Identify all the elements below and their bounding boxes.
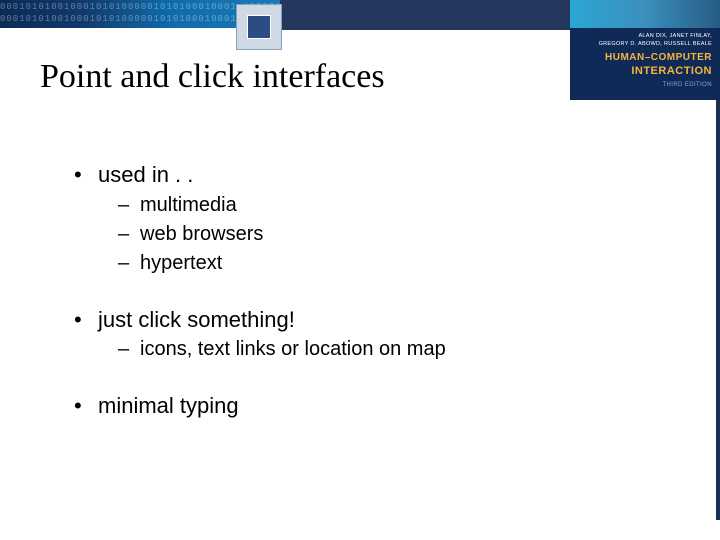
bullet-item: just click something! — [70, 305, 660, 335]
bullet-text: just click something! — [98, 307, 295, 332]
sub-bullet-text: web browsers — [140, 223, 263, 245]
bullet-text: used in . . — [98, 162, 193, 187]
slide: 0001010100100010101000001010100010001 10… — [0, 0, 720, 540]
sub-bullet-item: hypertext — [70, 250, 660, 277]
book-authors: ALAN DIX, JANET FINLAY, GREGORY D. ABOWD… — [599, 32, 712, 48]
sub-bullet-item: multimedia — [70, 192, 660, 219]
book-author-line: ALAN DIX, JANET FINLAY, — [638, 33, 712, 39]
sub-bullet-text: hypertext — [140, 252, 222, 274]
book-cover: ALAN DIX, JANET FINLAY, GREGORY D. ABOWD… — [570, 0, 720, 100]
bullet-item: used in . . — [70, 160, 660, 190]
slide-body: used in . . multimedia web browsers hype… — [70, 150, 660, 421]
sub-bullet-text: multimedia — [140, 194, 237, 216]
book-title-line1: HUMAN–COMPUTER — [605, 52, 712, 63]
book-edition: THIRD EDITION — [662, 82, 712, 88]
header-deco-inner — [247, 15, 271, 39]
header-strip-right — [280, 0, 570, 30]
slide-title: Point and click interfaces — [40, 58, 385, 96]
book-cover-image — [570, 0, 720, 28]
sub-bullet-text: icons, text links or location on map — [140, 338, 446, 360]
header-deco-icon — [236, 4, 282, 50]
right-sidebar-rule — [716, 100, 720, 520]
book-author-line: GREGORY D. ABOWD, RUSSELL BEALE — [599, 41, 712, 47]
sub-bullet-item: web browsers — [70, 221, 660, 248]
bullet-item: minimal typing — [70, 391, 660, 421]
book-title-line2: INTERACTION — [631, 65, 712, 77]
sub-bullet-item: icons, text links or location on map — [70, 336, 660, 363]
bullet-text: minimal typing — [98, 393, 239, 418]
